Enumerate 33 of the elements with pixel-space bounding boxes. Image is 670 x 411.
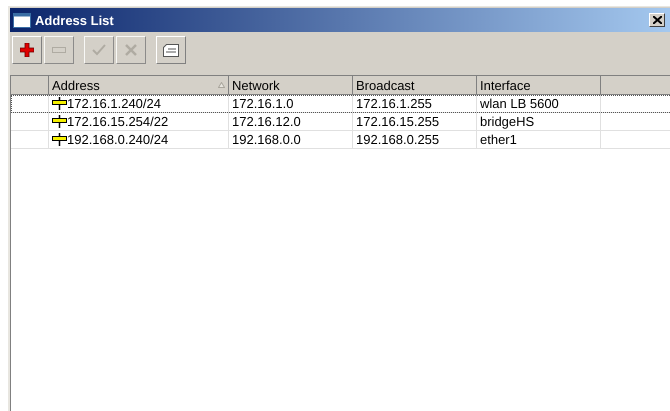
table-cell: 172.16.1.240/24 bbox=[67, 96, 161, 111]
check-icon bbox=[92, 44, 106, 56]
note-icon bbox=[163, 44, 179, 56]
column-header[interactable]: Network bbox=[229, 76, 353, 95]
table-cell: 172.16.1.0 bbox=[232, 96, 294, 111]
address-icon bbox=[52, 97, 67, 110]
table-cell: 192.168.0.255 bbox=[356, 132, 440, 147]
cross-icon bbox=[125, 44, 137, 56]
table-cell: wlan LB 5600 bbox=[480, 96, 559, 111]
table-cell: 172.16.15.255 bbox=[356, 114, 440, 129]
plus-icon bbox=[20, 43, 34, 57]
minus-icon bbox=[52, 47, 66, 53]
address-icon bbox=[52, 133, 67, 146]
column-header[interactable]: Broadcast bbox=[353, 76, 477, 95]
table-cell: 192.168.0.240/24 bbox=[67, 132, 168, 147]
table-cell: 172.16.1.255 bbox=[356, 96, 432, 111]
close-icon bbox=[652, 16, 662, 24]
comment-button[interactable] bbox=[156, 36, 186, 64]
column-header[interactable]: Address bbox=[49, 76, 229, 95]
table-cell: 172.16.15.254/22 bbox=[67, 114, 168, 129]
table-cell: 172.16.12.0 bbox=[232, 114, 301, 129]
table-cell: ether1 bbox=[480, 132, 517, 147]
column-header[interactable]: Interface bbox=[477, 76, 601, 95]
table-cell: 192.168.0.0 bbox=[232, 132, 301, 147]
address-icon bbox=[52, 115, 67, 128]
add-button[interactable] bbox=[12, 36, 42, 64]
table-row[interactable]: 172.16.15.254/22 172.16.12.0 172.16.15.255 bridgeHS bbox=[11, 113, 670, 131]
table-row[interactable]: 192.168.0.240/24 192.168.0.0 192.168.0.255 ether1 bbox=[11, 131, 670, 149]
close-button[interactable] bbox=[649, 13, 665, 27]
table-cell: bridgeHS bbox=[480, 114, 534, 129]
window-icon bbox=[13, 12, 31, 28]
window-title: Address List bbox=[35, 12, 114, 28]
table-row[interactable]: 172.16.1.240/24 172.16.1.0 172.16.1.255 wlan LB 5600 bbox=[11, 95, 670, 113]
